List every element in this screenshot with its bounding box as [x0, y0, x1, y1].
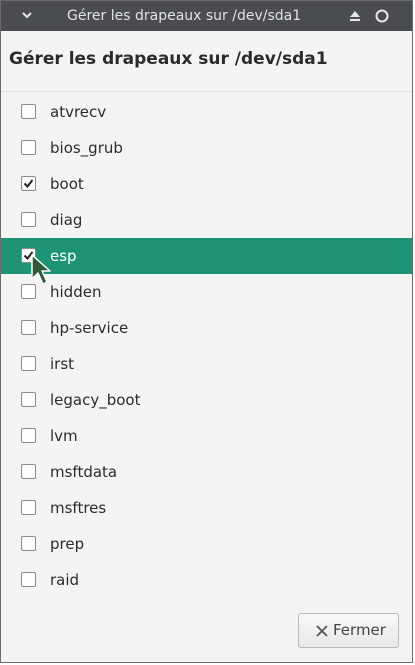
flag-checkbox[interactable] [21, 572, 36, 587]
flag-checkbox[interactable] [21, 500, 36, 515]
chevron-down-icon[interactable] [19, 7, 35, 23]
flag-checkbox[interactable] [21, 104, 36, 119]
flag-label: atvrecv [50, 103, 107, 121]
flag-row-msftdata[interactable]: msftdata [1, 454, 412, 490]
flag-row-hp-service[interactable]: hp-service [1, 310, 412, 346]
flag-checkbox[interactable] [21, 464, 36, 479]
flag-row-esp[interactable]: esp [1, 238, 412, 274]
flag-label: prep [50, 535, 85, 553]
flag-checkbox[interactable] [21, 176, 36, 191]
close-icon [316, 625, 328, 637]
flag-checkbox[interactable] [21, 140, 36, 155]
mouse-cursor-icon [31, 254, 51, 285]
flag-row-irst[interactable]: irst [1, 346, 412, 382]
flag-row-raid[interactable]: raid [1, 562, 412, 598]
flag-label: irst [50, 355, 75, 373]
flag-row-atvrecv[interactable]: atvrecv [1, 94, 412, 130]
flag-row-diag[interactable]: diag [1, 202, 412, 238]
flag-checkbox[interactable] [21, 392, 36, 407]
flag-label: hp-service [50, 319, 129, 337]
flag-checkbox[interactable] [21, 536, 36, 551]
window-title: Gérer les drapeaux sur /dev/sda1 [67, 8, 302, 24]
flag-row-bios-grub[interactable]: bios_grub [1, 130, 412, 166]
flag-label: legacy_boot [50, 391, 141, 409]
flag-checkbox[interactable] [21, 320, 36, 335]
flag-label: diag [50, 211, 83, 229]
flag-label: raid [50, 571, 80, 589]
flag-checkbox[interactable] [21, 428, 36, 443]
flag-checkbox[interactable] [21, 212, 36, 227]
flag-label: msftres [50, 499, 107, 517]
flag-row-boot[interactable]: boot [1, 166, 412, 202]
close-button[interactable]: Fermer [298, 613, 399, 648]
close-button-label: Fermer [333, 621, 386, 639]
dialog-window: Gérer les drapeaux sur /dev/sda1 Gérer l… [0, 0, 413, 663]
flag-row-msftres[interactable]: msftres [1, 490, 412, 526]
flag-label: boot [50, 175, 84, 193]
checkmark-icon [23, 179, 34, 189]
flag-row-prep[interactable]: prep [1, 526, 412, 562]
flag-label: msftdata [50, 463, 118, 481]
circle-icon[interactable] [374, 8, 390, 24]
flag-row-legacy-boot[interactable]: legacy_boot [1, 382, 412, 418]
dialog-heading: Gérer les drapeaux sur /dev/sda1 [9, 49, 328, 69]
title-bar[interactable]: Gérer les drapeaux sur /dev/sda1 [1, 1, 412, 31]
flag-label: bios_grub [50, 139, 123, 157]
flag-row-hidden[interactable]: hidden [1, 274, 412, 310]
divider [1, 91, 412, 92]
eject-icon[interactable] [348, 9, 362, 23]
flag-label: lvm [50, 427, 78, 445]
flag-label: hidden [50, 283, 102, 301]
flag-checkbox[interactable] [21, 356, 36, 371]
flag-row-lvm[interactable]: lvm [1, 418, 412, 454]
